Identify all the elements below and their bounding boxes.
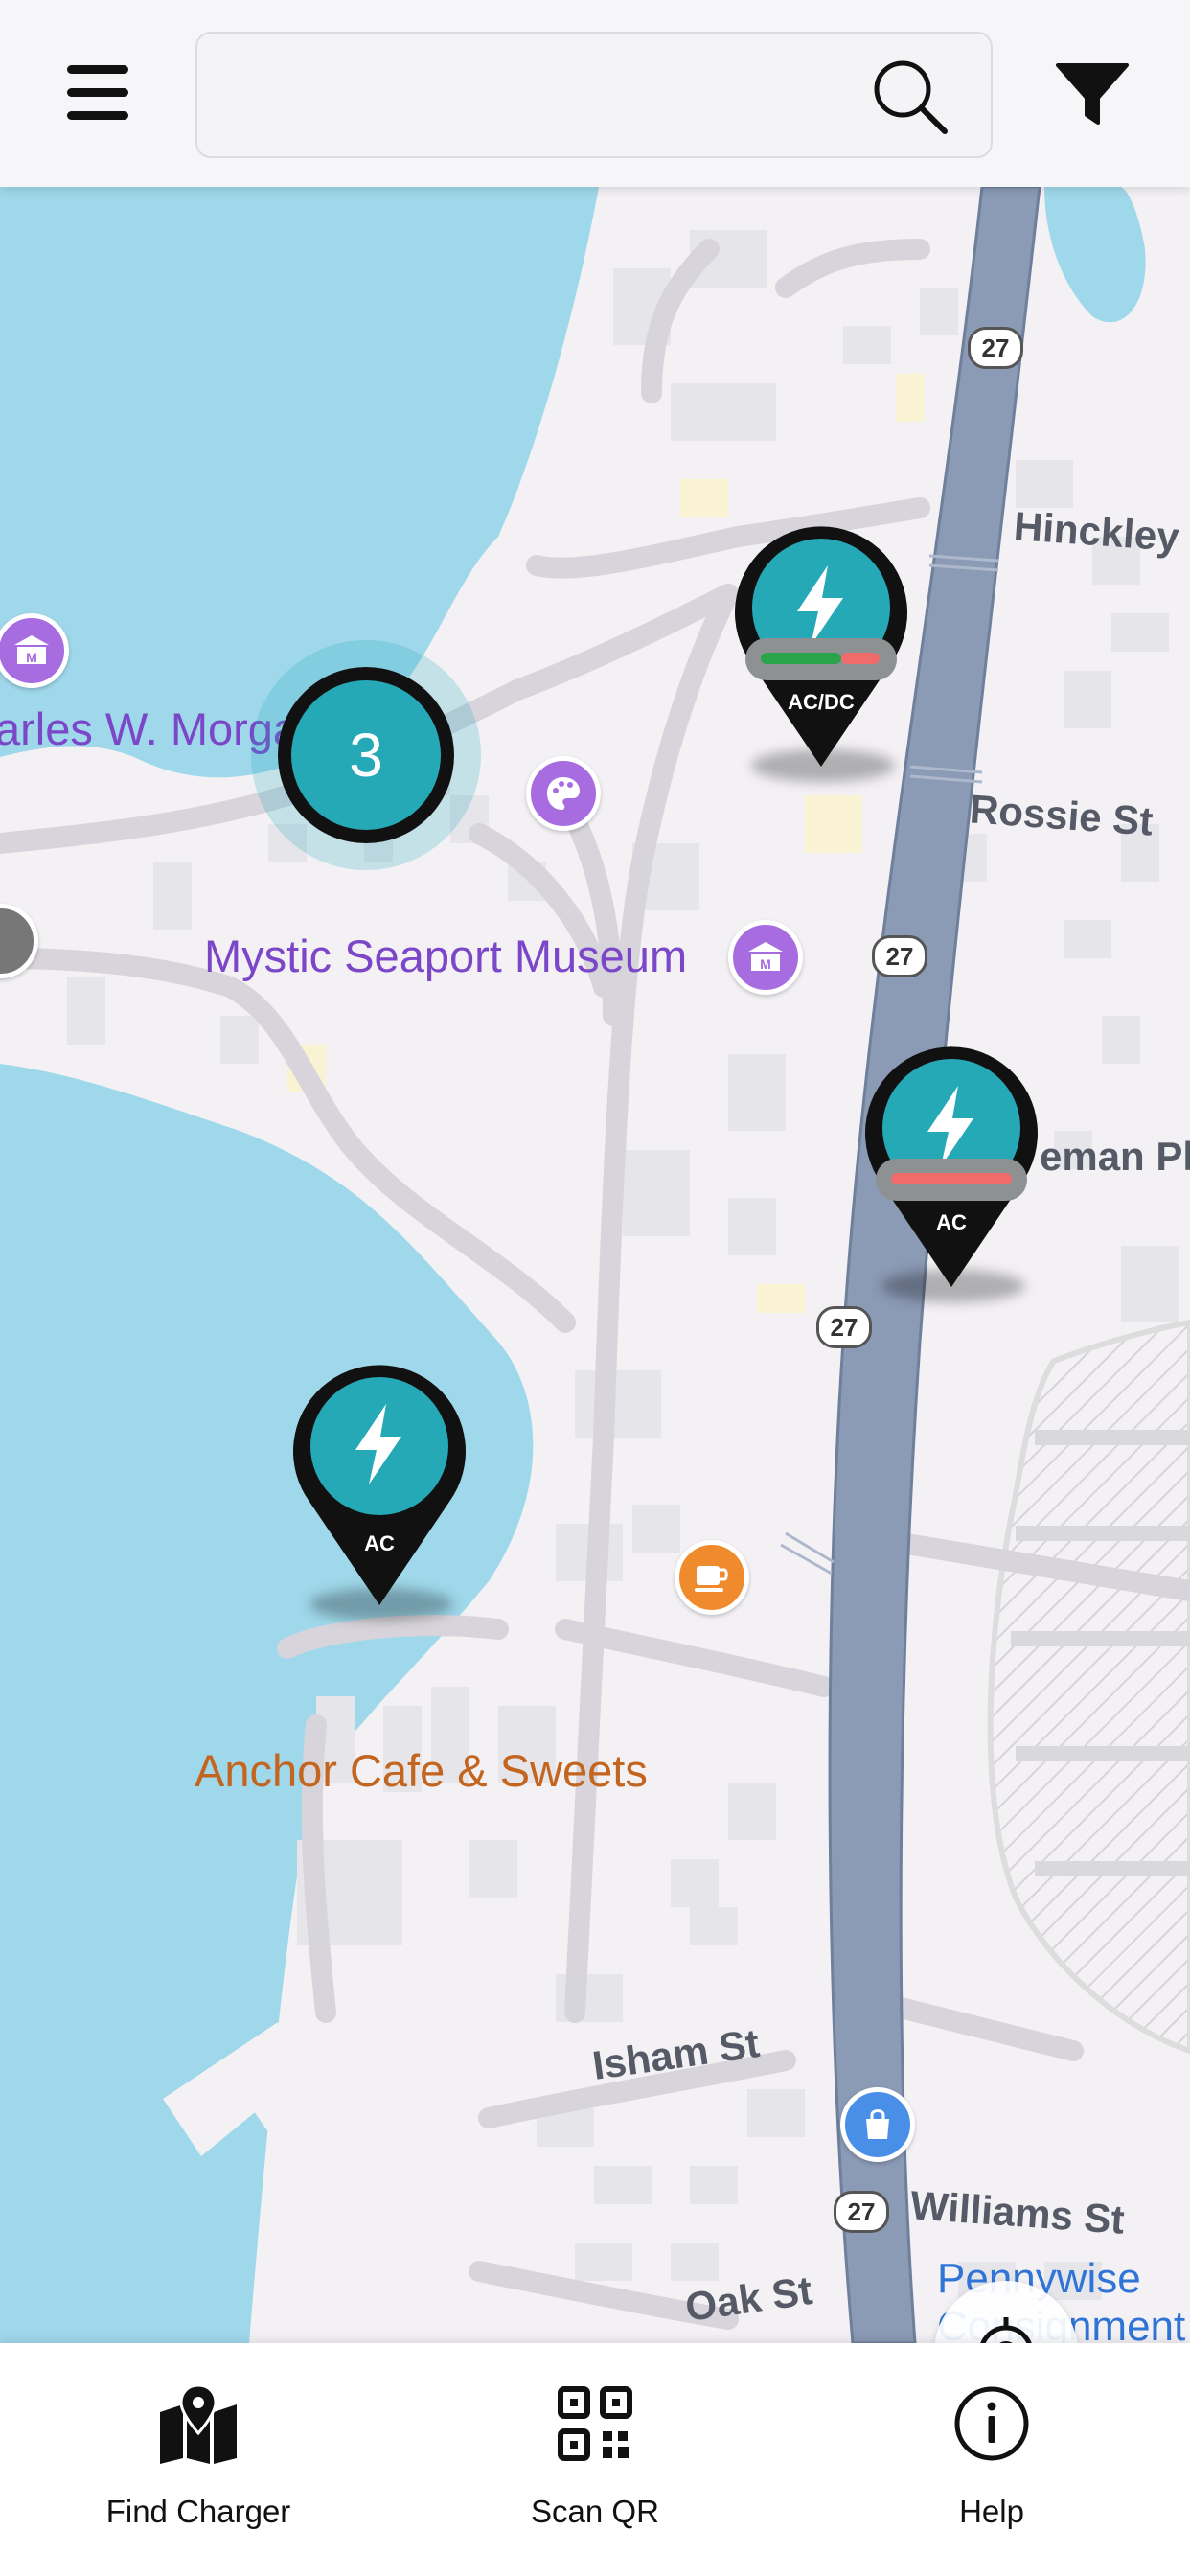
top-bar — [0, 0, 1190, 187]
hamburger-menu-icon[interactable] — [59, 59, 136, 126]
info-icon — [954, 2386, 1029, 2461]
cafe-cup-poi-icon[interactable] — [675, 1540, 749, 1615]
lightning-bolt-icon — [355, 1404, 401, 1484]
shopping-bag-poi-icon[interactable] — [840, 2087, 915, 2162]
charger-type-label: AC — [936, 1210, 967, 1234]
route-shield: 27 — [872, 935, 927, 978]
street-label-coleman: eman Pl — [1040, 1134, 1190, 1179]
charger-type-label: AC — [364, 1531, 395, 1555]
nav-help[interactable]: Help — [793, 2343, 1190, 2576]
charger-pin-ac[interactable]: AC — [862, 1040, 1041, 1302]
art-palette-poi-icon[interactable] — [526, 756, 601, 831]
nav-find-charger[interactable]: Find Charger — [0, 2343, 397, 2576]
route-shield: 27 — [968, 327, 1023, 369]
cluster-ring: 3 — [278, 667, 454, 843]
bottom-navigation: Find Charger Scan QR Help — [0, 2343, 1190, 2576]
availability-bar — [876, 1159, 1027, 1201]
poi-label-anchor-cafe: Anchor Cafe & Sweets — [195, 1745, 648, 1796]
route-shield: 27 — [816, 1306, 872, 1348]
map-pin-icon — [160, 2383, 237, 2464]
charger-cluster-marker[interactable]: 3 — [251, 640, 481, 870]
charger-pin-acdc[interactable]: AC/DC — [732, 519, 910, 782]
nav-label: Scan QR — [531, 2494, 659, 2529]
nav-label: Help — [959, 2494, 1024, 2529]
availability-bar — [745, 638, 897, 680]
route-shield: 27 — [834, 2191, 889, 2233]
nav-scan-qr[interactable]: Scan QR — [397, 2343, 793, 2576]
map-view[interactable]: arles W. Morga Mystic Seaport Museum Anc… — [0, 187, 1190, 2343]
search-field[interactable] — [195, 32, 993, 158]
qr-code-icon — [558, 2386, 632, 2461]
poi-label-museum: Mystic Seaport Museum — [204, 931, 688, 981]
nav-label: Find Charger — [105, 2494, 291, 2529]
search-input[interactable] — [217, 53, 853, 139]
svg-text:M: M — [26, 650, 37, 665]
cluster-count: 3 — [291, 680, 441, 830]
svg-text:M: M — [760, 956, 771, 972]
search-icon[interactable] — [870, 57, 952, 139]
filter-funnel-icon[interactable] — [1054, 59, 1131, 128]
museum-poi-icon[interactable]: M — [728, 920, 803, 995]
charger-type-label: AC/DC — [788, 690, 855, 714]
charger-pin-ac[interactable]: AC — [290, 1358, 469, 1621]
crosshair-locate-icon[interactable] — [934, 2281, 1078, 2343]
